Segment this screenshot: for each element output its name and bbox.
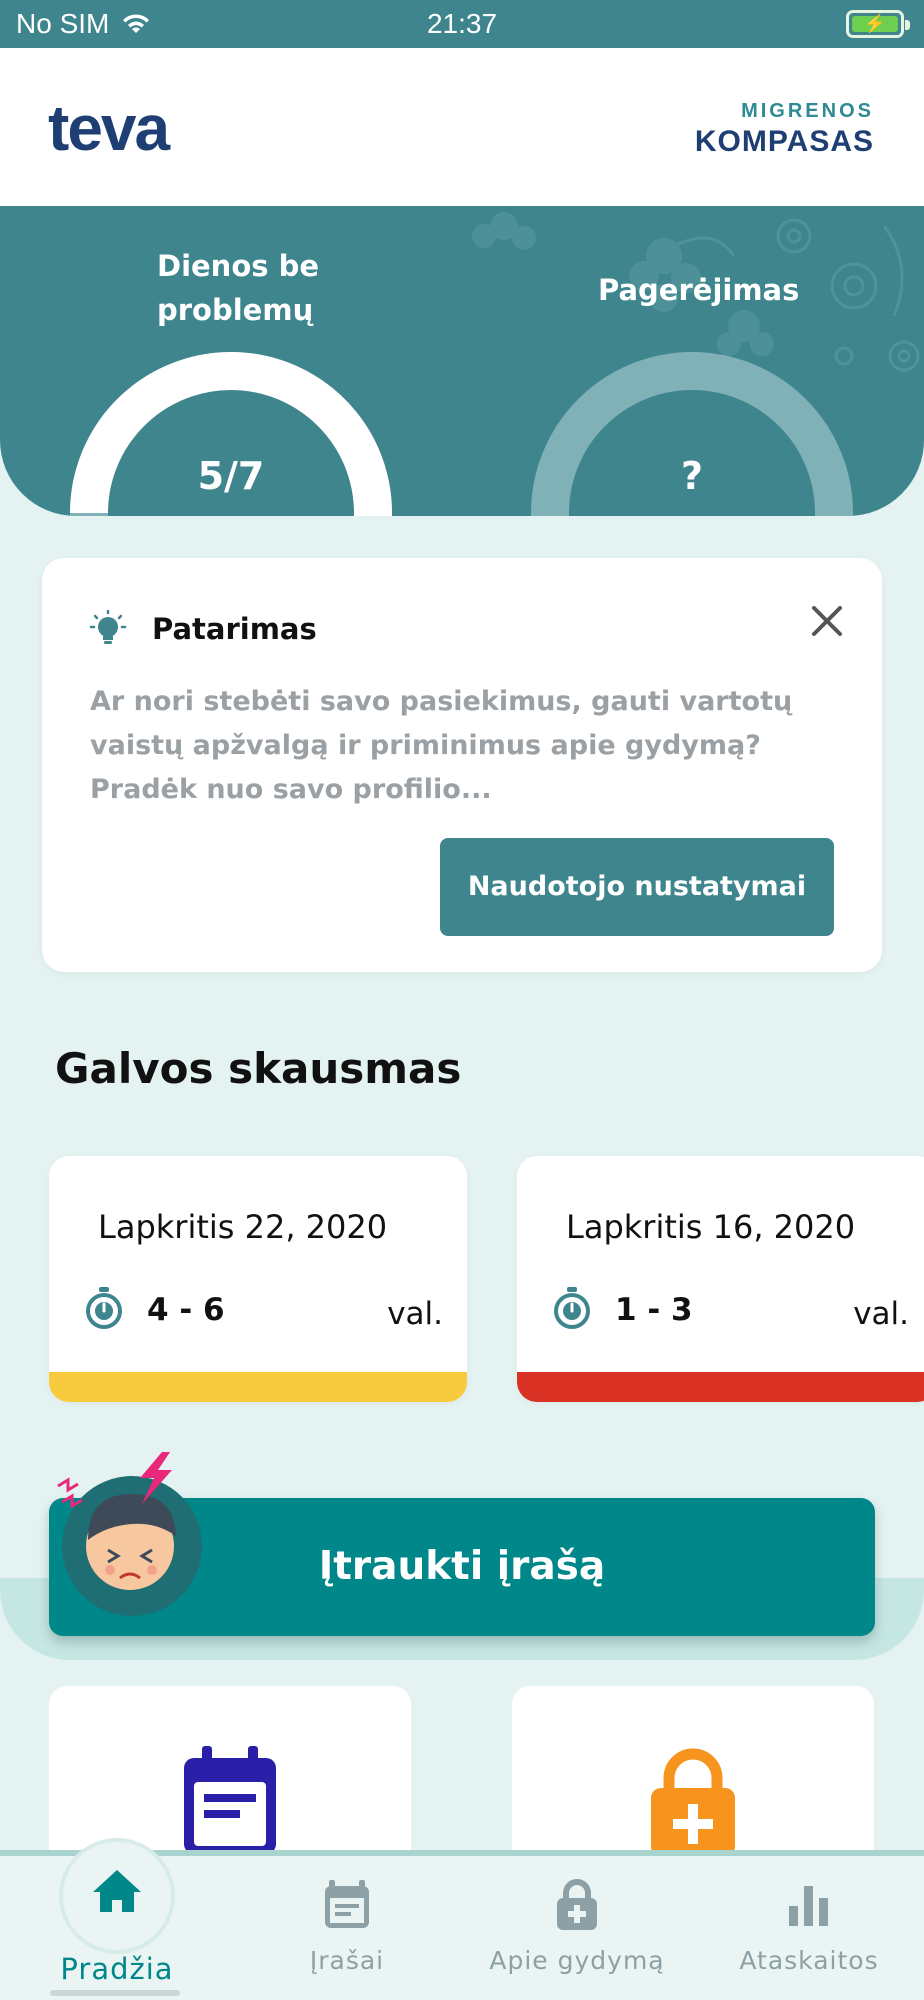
migrenos-kompasas-logo: MIGRENOS KOMPASAS [695, 100, 874, 159]
close-icon[interactable] [802, 596, 852, 646]
nav-item-reports[interactable]: Ataskaitos [694, 1856, 924, 2000]
list-icon [325, 1880, 369, 1928]
severity-bar [517, 1372, 924, 1402]
nav-item-entries[interactable]: Įrašai [232, 1856, 462, 2000]
lock-plus-icon [557, 1879, 597, 1930]
duration-unit: val. [853, 1296, 909, 1332]
home-indicator [50, 1990, 180, 1996]
battery-icon: ⚡ [846, 10, 910, 38]
headache-duration: 4 - 6 [147, 1292, 225, 1328]
brand-bottom-text: KOMPASAS [694, 125, 874, 158]
nav-label: Apie gydymą [489, 1946, 665, 1975]
tip-card: Patarimas Ar nori stebėti savo pasiekimu… [42, 558, 882, 972]
stopwatch-icon [554, 1287, 590, 1329]
days-without-problems-label: Dienos be problemų [157, 249, 320, 327]
nav-label: Pradžia [60, 1952, 174, 1986]
headache-card[interactable]: Lapkritis 22, 2020 4 - 6 val. [49, 1156, 467, 1402]
app-header: teva MIGRENOS KOMPASAS [0, 48, 924, 206]
user-settings-button[interactable]: Naudotojo nustatymai [440, 838, 834, 936]
lock-plus-icon [651, 1748, 735, 1856]
duration-unit: val. [387, 1296, 443, 1332]
nav-label: Ataskaitos [739, 1946, 879, 1975]
tip-title: Patarimas [152, 612, 317, 646]
headache-date: Lapkritis 22, 2020 [98, 1208, 388, 1246]
improvement-label: Pagerėjimas [598, 273, 800, 307]
status-time: 21:37 [426, 8, 498, 39]
home-bubble[interactable] [59, 1838, 175, 1954]
status-bar: No SIM 21:37 ⚡ [0, 0, 924, 48]
lightbulb-icon [89, 610, 127, 644]
home-icon [93, 1870, 141, 1912]
nav-label: Įrašai [309, 1946, 385, 1975]
headache-face-icon [57, 1452, 202, 1616]
nav-item-treatment[interactable]: Apie gydymą [462, 1856, 692, 2000]
tip-text: Ar nori stebėti savo pasiekimus, gauti v… [90, 686, 793, 805]
improvement-value: ? [680, 454, 704, 498]
headache-section-title: Galvos skausmas [55, 1044, 462, 1093]
brand-top-text: MIGRENOS [741, 100, 874, 122]
days-value: 5/7 [197, 454, 265, 498]
stats-banner: Dienos be problemų Pagerėjimas 5/7 ? [0, 206, 924, 516]
headache-date: Lapkritis 16, 2020 [566, 1208, 856, 1246]
teva-logo: teva [48, 92, 170, 164]
bar-chart-icon [789, 1886, 828, 1926]
headache-duration: 1 - 3 [615, 1292, 693, 1328]
calendar-icon [184, 1746, 276, 1854]
headache-card[interactable]: Lapkritis 16, 2020 1 - 3 val. [517, 1156, 924, 1402]
stopwatch-icon [86, 1287, 122, 1329]
severity-bar [49, 1372, 467, 1402]
